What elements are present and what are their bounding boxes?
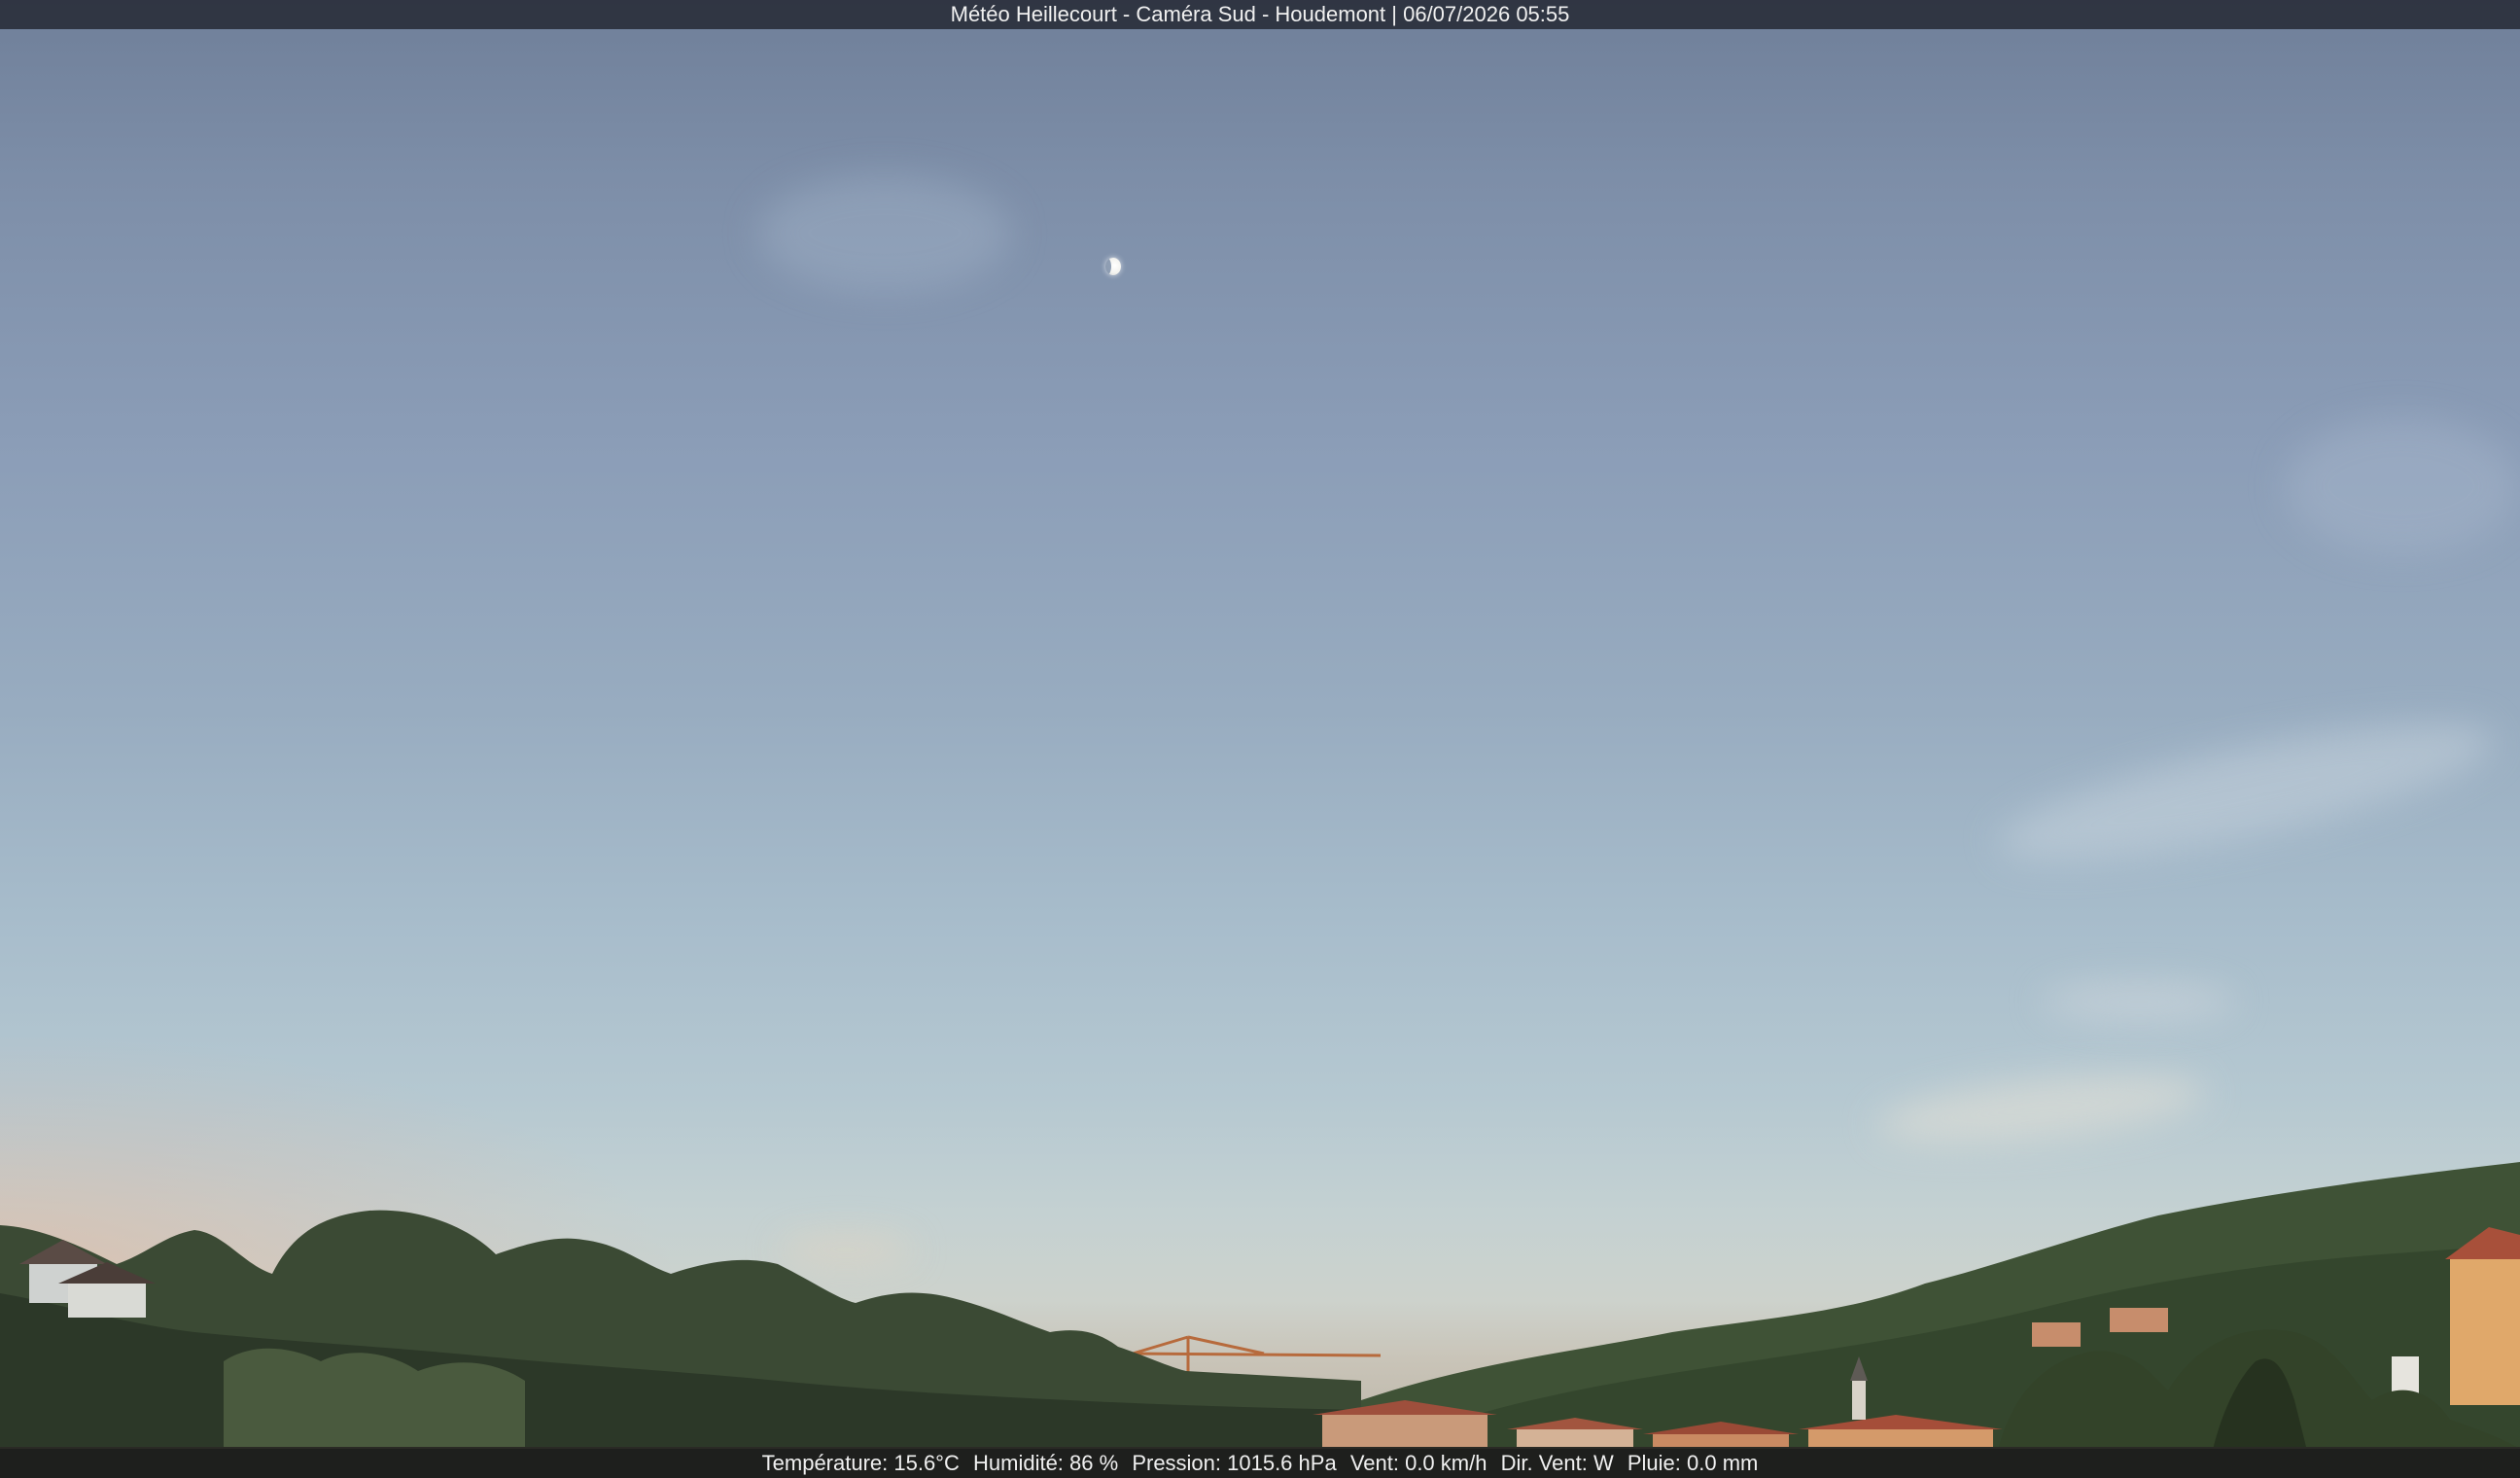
title-text: Météo Heillecourt - Caméra Sud - Houdemo… <box>950 2 1570 26</box>
landscape <box>0 1162 2520 1478</box>
webcam-frame: Météo Heillecourt - Caméra Sud - Houdemo… <box>0 0 2520 1478</box>
wind-direction-readout: Dir. Vent: W <box>1500 1451 1614 1475</box>
pressure-readout: Pression: 1015.6 hPa <box>1132 1451 1337 1475</box>
rain-readout: Pluie: 0.0 mm <box>1627 1451 1759 1475</box>
title-bar: Météo Heillecourt - Caméra Sud - Houdemo… <box>0 0 2520 29</box>
weather-info-bar: Température: 15.6°C Humidité: 86 % Press… <box>0 1449 2520 1478</box>
humidity-readout: Humidité: 86 % <box>973 1451 1119 1475</box>
wind-speed-readout: Vent: 0.0 km/h <box>1349 1451 1488 1475</box>
temperature-readout: Température: 15.6°C <box>761 1451 960 1475</box>
